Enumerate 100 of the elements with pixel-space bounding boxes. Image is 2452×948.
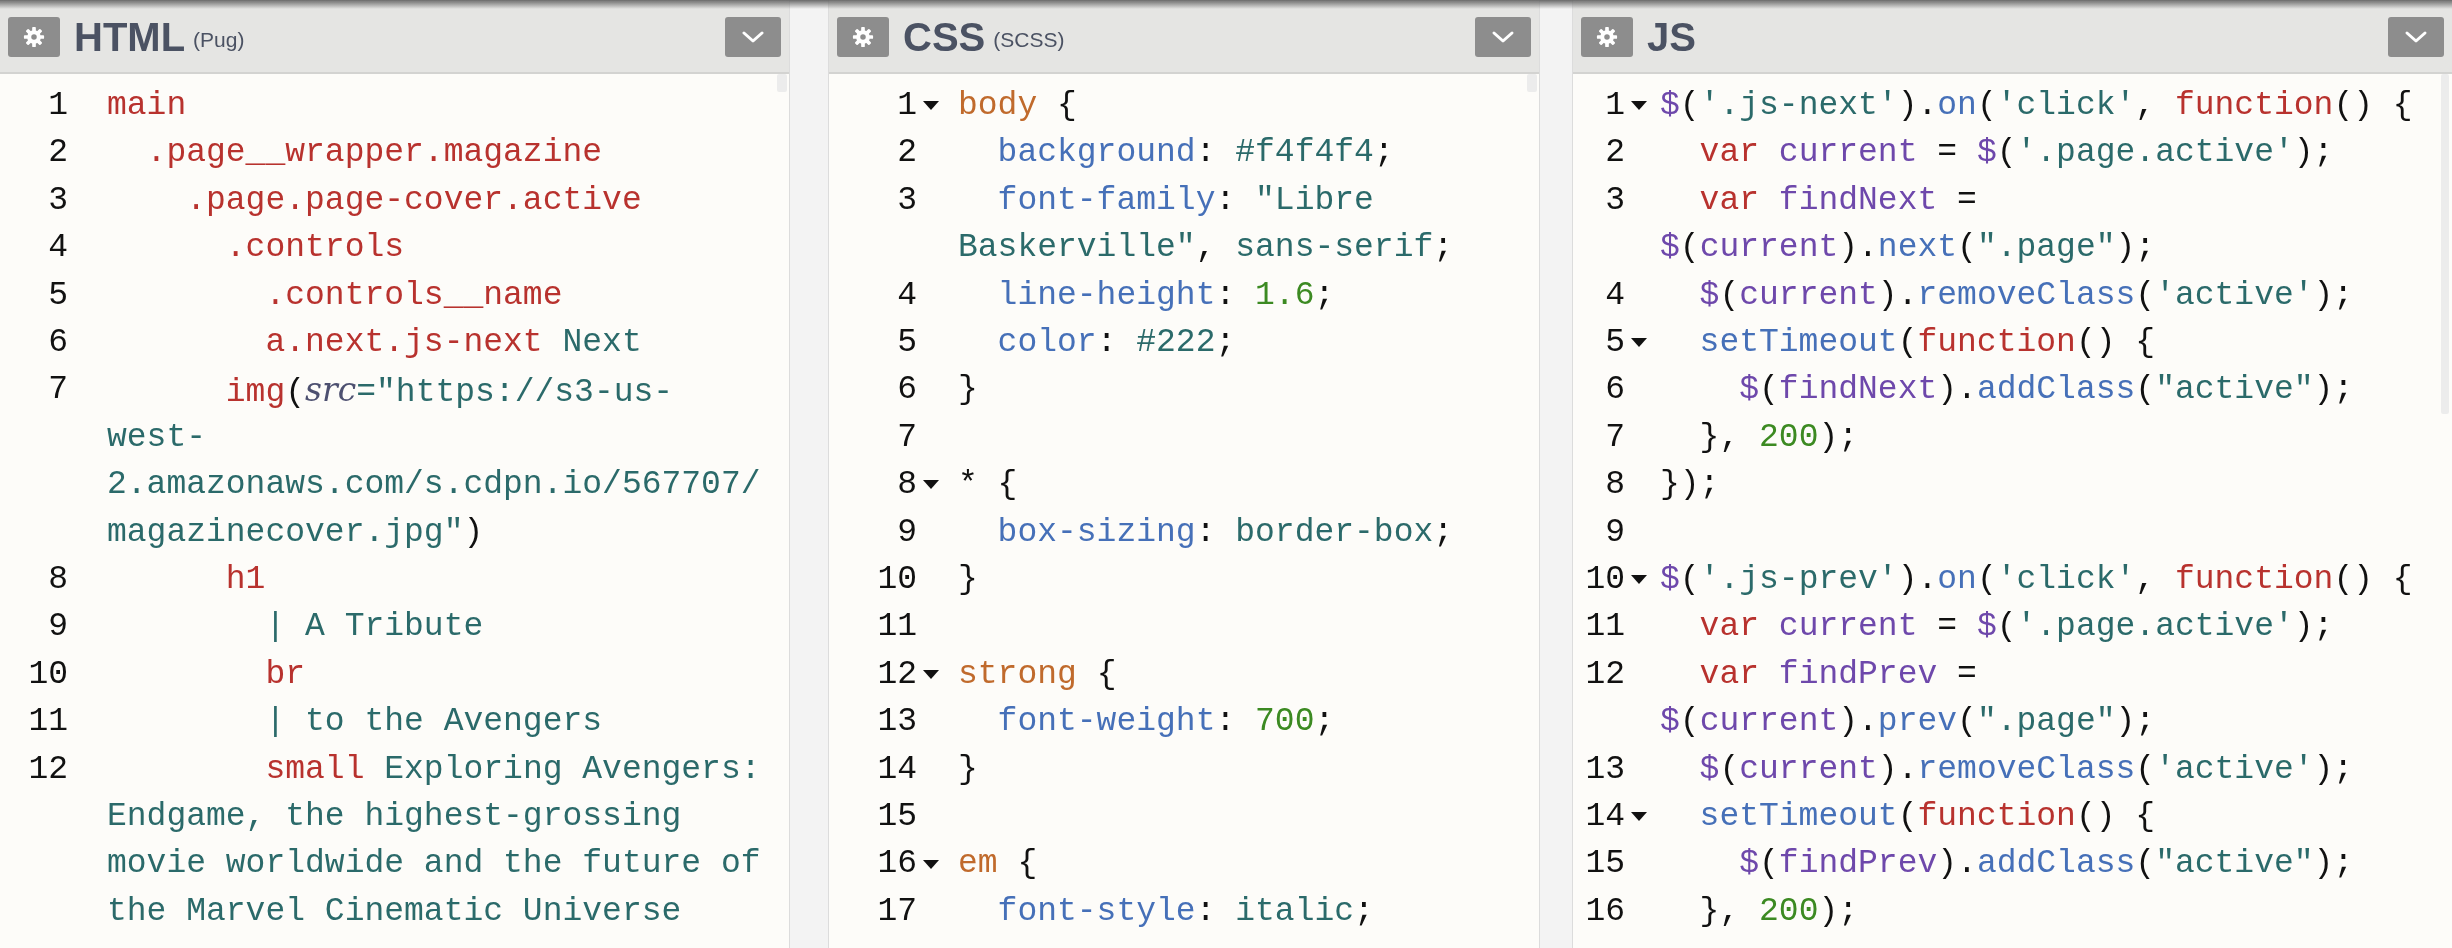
code-line: body { — [958, 86, 1077, 126]
editor-title: CSS — [903, 17, 986, 57]
line-number: 6 — [1605, 371, 1625, 409]
scrollbar-thumb[interactable] — [2441, 74, 2449, 414]
code-line: var current = $('.page.active'); — [1698, 133, 2334, 174]
scrollbar-thumb[interactable] — [777, 74, 787, 92]
line-number: 16 — [877, 845, 917, 883]
chevron-down-icon — [1491, 30, 1515, 44]
code-line: a.next.js-next Next — [264, 323, 642, 364]
line-number: 4 — [48, 229, 68, 267]
code-line: Endgame, the highest-grossing — [107, 797, 682, 837]
editor-language: (SCSS) — [993, 29, 1065, 50]
fold-arrow-icon[interactable] — [1631, 812, 1647, 822]
line-number: 11 — [28, 703, 68, 741]
scrollbar-thumb[interactable] — [1527, 74, 1537, 92]
code-line: .page__wrapper.magazine — [145, 133, 603, 174]
line-number: 7 — [897, 418, 917, 456]
code-line: var current = $('.page.active'); — [1698, 607, 2334, 648]
dropdown-button[interactable] — [725, 17, 781, 57]
line-number: 7 — [48, 371, 68, 409]
code-line: } — [958, 560, 978, 601]
line-number: 1 — [897, 87, 917, 124]
line-number: 17 — [877, 892, 917, 930]
code-line: main — [107, 86, 187, 126]
settings-button[interactable] — [8, 17, 60, 57]
line-number: 7 — [1605, 418, 1625, 456]
line-number: 12 — [28, 750, 68, 788]
code-line: }, 200); — [1698, 891, 1859, 932]
code-line: movie worldwide and the future of — [107, 844, 761, 885]
line-number: 9 — [48, 608, 68, 646]
code-line: $(findNext).addClass("active"); — [1738, 370, 2354, 411]
code-line: var findNext = — [1698, 180, 1977, 221]
code-line: } — [958, 749, 978, 790]
code-line: $(current).removeClass('active'); — [1698, 275, 2354, 316]
line-number: 14 — [877, 750, 917, 788]
code-line: img(src="https://s3-us- — [224, 369, 674, 414]
fold-arrow-icon[interactable] — [1631, 338, 1647, 348]
code-line: setTimeout(function() { — [1698, 323, 2156, 363]
code-line: font-family: "Libre — [996, 180, 1374, 221]
line-number: 2 — [897, 134, 917, 172]
line-number: 10 — [1585, 561, 1625, 599]
fold-arrow-icon[interactable] — [923, 101, 939, 111]
fold-arrow-icon[interactable] — [1631, 101, 1647, 111]
code-line: .controls__name — [264, 275, 563, 316]
fold-arrow-icon[interactable] — [923, 480, 939, 490]
code-line: font-weight: 700; — [996, 702, 1335, 743]
settings-button[interactable] — [1581, 17, 1633, 57]
line-number: 1 — [48, 87, 68, 124]
line-number: 5 — [48, 276, 68, 314]
code-line: }); — [1660, 465, 1720, 506]
code-line: .controls — [224, 228, 405, 269]
line-number: 5 — [897, 324, 917, 361]
line-number: 4 — [897, 276, 917, 314]
line-number: 9 — [897, 513, 917, 551]
line-number: 16 — [1585, 892, 1625, 930]
editor-title: JS — [1647, 17, 1696, 57]
chevron-down-icon — [741, 30, 765, 44]
code-line: * { — [958, 465, 1018, 506]
code-line: box-sizing: border-box; — [996, 512, 1454, 553]
line-number: 15 — [877, 798, 917, 836]
code-line: font-style: italic; — [996, 891, 1374, 932]
fold-arrow-icon[interactable] — [1631, 575, 1647, 585]
fold-arrow-icon[interactable] — [923, 859, 939, 869]
line-number: 10 — [877, 561, 917, 599]
code-line: magazinecover.jpg") — [107, 512, 484, 553]
line-number: 6 — [48, 324, 68, 362]
line-number: 1 — [1605, 87, 1625, 124]
line-number: 8 — [48, 561, 68, 598]
code-line: line-height: 1.6; — [996, 275, 1335, 316]
code-line: br — [264, 654, 306, 695]
settings-button[interactable] — [837, 17, 889, 57]
fold-arrow-icon[interactable] — [923, 670, 939, 680]
gear-icon — [1596, 26, 1618, 48]
code-line: background: #f4f4f4; — [996, 133, 1394, 174]
code-line: } — [958, 370, 978, 411]
code-line: $(current).prev(".page"); — [1660, 702, 2156, 743]
code-line: 2.amazonaws.com/s.cdpn.io/567707/ — [107, 465, 761, 506]
dropdown-button[interactable] — [2388, 17, 2444, 57]
line-number: 4 — [1605, 276, 1625, 314]
line-number: 12 — [877, 655, 917, 693]
line-number: 3 — [48, 181, 68, 219]
gear-icon — [23, 26, 45, 48]
code-line: em { — [958, 844, 1038, 885]
line-number: 9 — [1605, 513, 1625, 551]
line-number: 8 — [897, 466, 917, 504]
code-line: color: #222; — [996, 323, 1236, 363]
dropdown-button[interactable] — [1475, 17, 1531, 57]
code-line: $('.js-next').on('click', function() { — [1660, 86, 2413, 126]
code-line: | to the Avengers — [264, 702, 603, 743]
code-line: .page.page-cover.active — [185, 180, 642, 221]
gear-icon — [852, 26, 874, 48]
line-number: 8 — [1605, 466, 1625, 504]
code-line: | A Tribute — [264, 607, 484, 648]
line-number: 2 — [1605, 134, 1625, 172]
line-number: 14 — [1585, 798, 1625, 836]
code-line: $('.js-prev').on('click', function() { — [1660, 560, 2413, 601]
code-line: setTimeout(function() { — [1698, 797, 2156, 838]
line-number: 3 — [897, 181, 917, 219]
line-number: 13 — [877, 703, 917, 741]
line-number: 11 — [877, 608, 917, 646]
